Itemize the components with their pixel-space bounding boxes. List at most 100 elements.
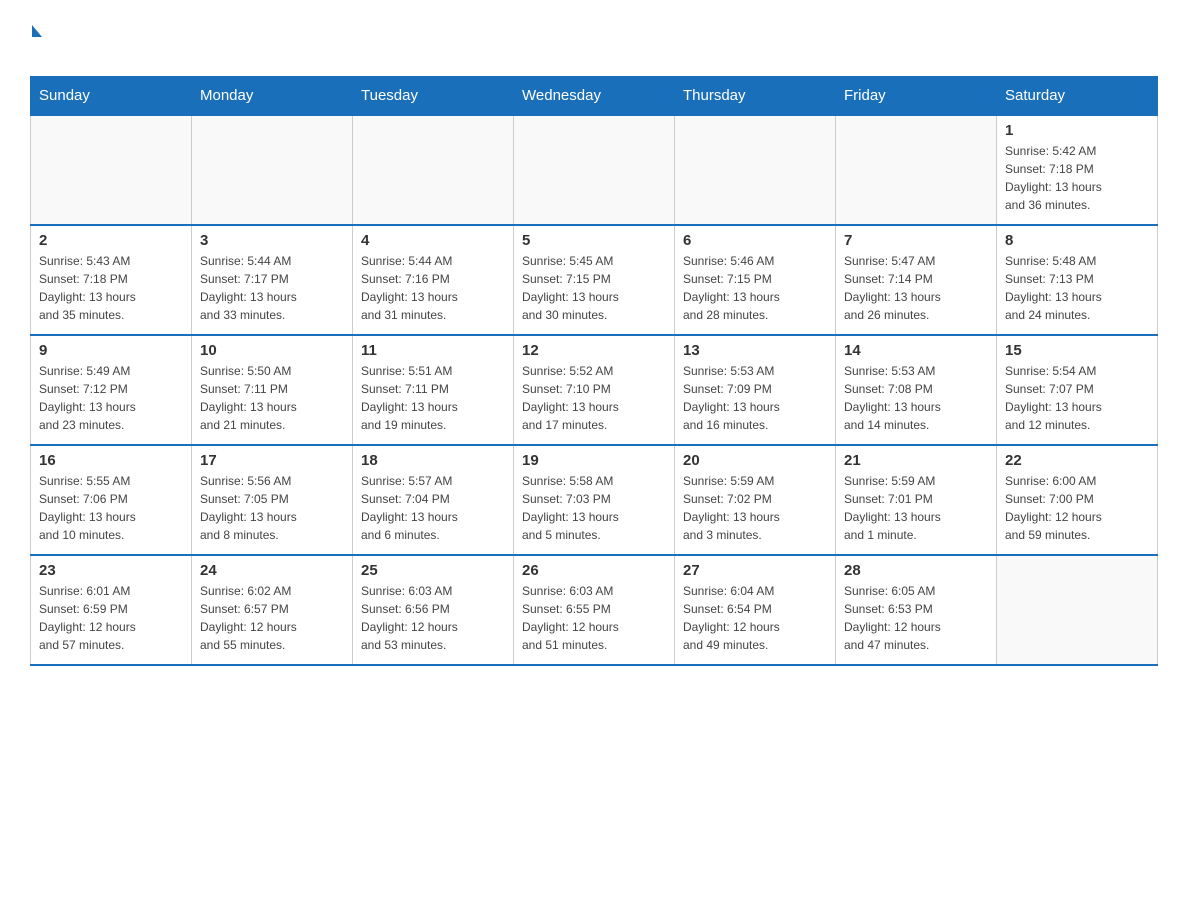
calendar-cell: 15 Sunrise: 5:54 AM Sunset: 7:07 PM Dayli… [997,335,1158,445]
day-info: Sunrise: 5:59 AM Sunset: 7:01 PM Dayligh… [844,472,988,544]
calendar-cell: 10 Sunrise: 5:50 AM Sunset: 7:11 PM Dayli… [192,335,353,445]
calendar-cell: 11 Sunrise: 5:51 AM Sunset: 7:11 PM Dayli… [353,335,514,445]
day-info: Sunrise: 5:59 AM Sunset: 7:02 PM Dayligh… [683,472,827,544]
calendar-table: SundayMondayTuesdayWednesdayThursdayFrid… [30,76,1158,666]
calendar-cell: 14Sunrise: 5:53 AM Sunset: 7:08 PM Dayli… [836,335,997,445]
day-info: Sunrise: 5:45 AM Sunset: 7:15 PM Dayligh… [522,252,666,324]
day-info: Sunrise: 6:01 AM Sunset: 6:59 PM Dayligh… [39,582,183,654]
calendar-cell: 1 Sunrise: 5:42 AM Sunset: 7:18 PM Daylig… [997,115,1158,225]
day-info: Sunrise: 5:53 AM Sunset: 7:09 PM Dayligh… [683,362,827,434]
calendar-cell: 6 Sunrise: 5:46 AM Sunset: 7:15 PM Daylig… [675,225,836,335]
day-number: 19 [522,452,666,469]
day-number: 21 [844,452,988,469]
calendar-header-tuesday: Tuesday [353,77,514,116]
day-info: Sunrise: 6:05 AM Sunset: 6:53 PM Dayligh… [844,582,988,654]
calendar-cell: 4 Sunrise: 5:44 AM Sunset: 7:16 PM Daylig… [353,225,514,335]
day-info: Sunrise: 5:55 AM Sunset: 7:06 PM Dayligh… [39,472,183,544]
calendar-cell: 3 Sunrise: 5:44 AM Sunset: 7:17 PM Daylig… [192,225,353,335]
calendar-cell: 8 Sunrise: 5:48 AM Sunset: 7:13 PM Daylig… [997,225,1158,335]
day-number: 25 [361,562,505,579]
calendar-cell: 16 Sunrise: 5:55 AM Sunset: 7:06 PM Dayli… [31,445,192,555]
day-number: 26 [522,562,666,579]
calendar-cell: 5 Sunrise: 5:45 AM Sunset: 7:15 PM Daylig… [514,225,675,335]
day-number: 8 [1005,232,1149,249]
day-info: Sunrise: 5:49 AM Sunset: 7:12 PM Dayligh… [39,362,183,434]
logo [30,20,42,66]
day-info: Sunrise: 6:03 AM Sunset: 6:55 PM Dayligh… [522,582,666,654]
calendar-cell [997,555,1158,665]
day-info: Sunrise: 5:52 AM Sunset: 7:10 PM Dayligh… [522,362,666,434]
day-number: 1 [1005,122,1149,139]
calendar-cell: 21 Sunrise: 5:59 AM Sunset: 7:01 PM Dayli… [836,445,997,555]
calendar-cell: 25 Sunrise: 6:03 AM Sunset: 6:56 PM Dayli… [353,555,514,665]
day-number: 7 [844,232,988,249]
day-number: 23 [39,562,183,579]
day-number: 15 [1005,342,1149,359]
day-number: 14 [844,342,988,359]
calendar-header-monday: Monday [192,77,353,116]
day-info: Sunrise: 5:48 AM Sunset: 7:13 PM Dayligh… [1005,252,1149,324]
calendar-cell [31,115,192,225]
day-info: Sunrise: 5:42 AM Sunset: 7:18 PM Dayligh… [1005,142,1149,214]
calendar-cell: 7Sunrise: 5:47 AM Sunset: 7:14 PM Daylig… [836,225,997,335]
day-info: Sunrise: 6:03 AM Sunset: 6:56 PM Dayligh… [361,582,505,654]
day-info: Sunrise: 5:46 AM Sunset: 7:15 PM Dayligh… [683,252,827,324]
day-number: 17 [200,452,344,469]
day-info: Sunrise: 5:58 AM Sunset: 7:03 PM Dayligh… [522,472,666,544]
day-number: 2 [39,232,183,249]
calendar-cell: 2 Sunrise: 5:43 AM Sunset: 7:18 PM Daylig… [31,225,192,335]
day-info: Sunrise: 5:54 AM Sunset: 7:07 PM Dayligh… [1005,362,1149,434]
calendar-header-thursday: Thursday [675,77,836,116]
day-number: 13 [683,342,827,359]
day-number: 9 [39,342,183,359]
calendar-header-sunday: Sunday [31,77,192,116]
calendar-cell: 17 Sunrise: 5:56 AM Sunset: 7:05 PM Dayli… [192,445,353,555]
calendar-cell [353,115,514,225]
day-number: 24 [200,562,344,579]
calendar-cell [675,115,836,225]
calendar-cell: 13 Sunrise: 5:53 AM Sunset: 7:09 PM Dayli… [675,335,836,445]
day-info: Sunrise: 5:56 AM Sunset: 7:05 PM Dayligh… [200,472,344,544]
day-info: Sunrise: 6:00 AM Sunset: 7:00 PM Dayligh… [1005,472,1149,544]
day-number: 4 [361,232,505,249]
day-number: 28 [844,562,988,579]
calendar-header-row: SundayMondayTuesdayWednesdayThursdayFrid… [31,77,1158,116]
day-number: 10 [200,342,344,359]
day-info: Sunrise: 6:04 AM Sunset: 6:54 PM Dayligh… [683,582,827,654]
calendar-cell [514,115,675,225]
day-number: 22 [1005,452,1149,469]
day-info: Sunrise: 5:43 AM Sunset: 7:18 PM Dayligh… [39,252,183,324]
day-number: 18 [361,452,505,469]
calendar-cell: 22 Sunrise: 6:00 AM Sunset: 7:00 PM Dayli… [997,445,1158,555]
day-number: 20 [683,452,827,469]
calendar-cell: 9 Sunrise: 5:49 AM Sunset: 7:12 PM Daylig… [31,335,192,445]
calendar-cell: 26 Sunrise: 6:03 AM Sunset: 6:55 PM Dayli… [514,555,675,665]
calendar-cell: 19 Sunrise: 5:58 AM Sunset: 7:03 PM Dayli… [514,445,675,555]
calendar-cell [836,115,997,225]
day-info: Sunrise: 5:50 AM Sunset: 7:11 PM Dayligh… [200,362,344,434]
day-info: Sunrise: 5:57 AM Sunset: 7:04 PM Dayligh… [361,472,505,544]
calendar-cell: 27 Sunrise: 6:04 AM Sunset: 6:54 PM Dayli… [675,555,836,665]
day-info: Sunrise: 6:02 AM Sunset: 6:57 PM Dayligh… [200,582,344,654]
calendar-cell: 12 Sunrise: 5:52 AM Sunset: 7:10 PM Dayli… [514,335,675,445]
day-number: 3 [200,232,344,249]
day-number: 27 [683,562,827,579]
day-info: Sunrise: 5:44 AM Sunset: 7:17 PM Dayligh… [200,252,344,324]
week-row-5: 23 Sunrise: 6:01 AM Sunset: 6:59 PM Dayli… [31,555,1158,665]
week-row-4: 16 Sunrise: 5:55 AM Sunset: 7:06 PM Dayli… [31,445,1158,555]
week-row-3: 9 Sunrise: 5:49 AM Sunset: 7:12 PM Daylig… [31,335,1158,445]
day-number: 5 [522,232,666,249]
page-header [30,20,1158,66]
week-row-2: 2 Sunrise: 5:43 AM Sunset: 7:18 PM Daylig… [31,225,1158,335]
day-info: Sunrise: 5:51 AM Sunset: 7:11 PM Dayligh… [361,362,505,434]
calendar-header-wednesday: Wednesday [514,77,675,116]
day-number: 12 [522,342,666,359]
day-number: 6 [683,232,827,249]
day-info: Sunrise: 5:44 AM Sunset: 7:16 PM Dayligh… [361,252,505,324]
calendar-cell: 24 Sunrise: 6:02 AM Sunset: 6:57 PM Dayli… [192,555,353,665]
calendar-cell: 28 Sunrise: 6:05 AM Sunset: 6:53 PM Dayli… [836,555,997,665]
day-number: 16 [39,452,183,469]
calendar-header-friday: Friday [836,77,997,116]
calendar-header-saturday: Saturday [997,77,1158,116]
day-number: 11 [361,342,505,359]
